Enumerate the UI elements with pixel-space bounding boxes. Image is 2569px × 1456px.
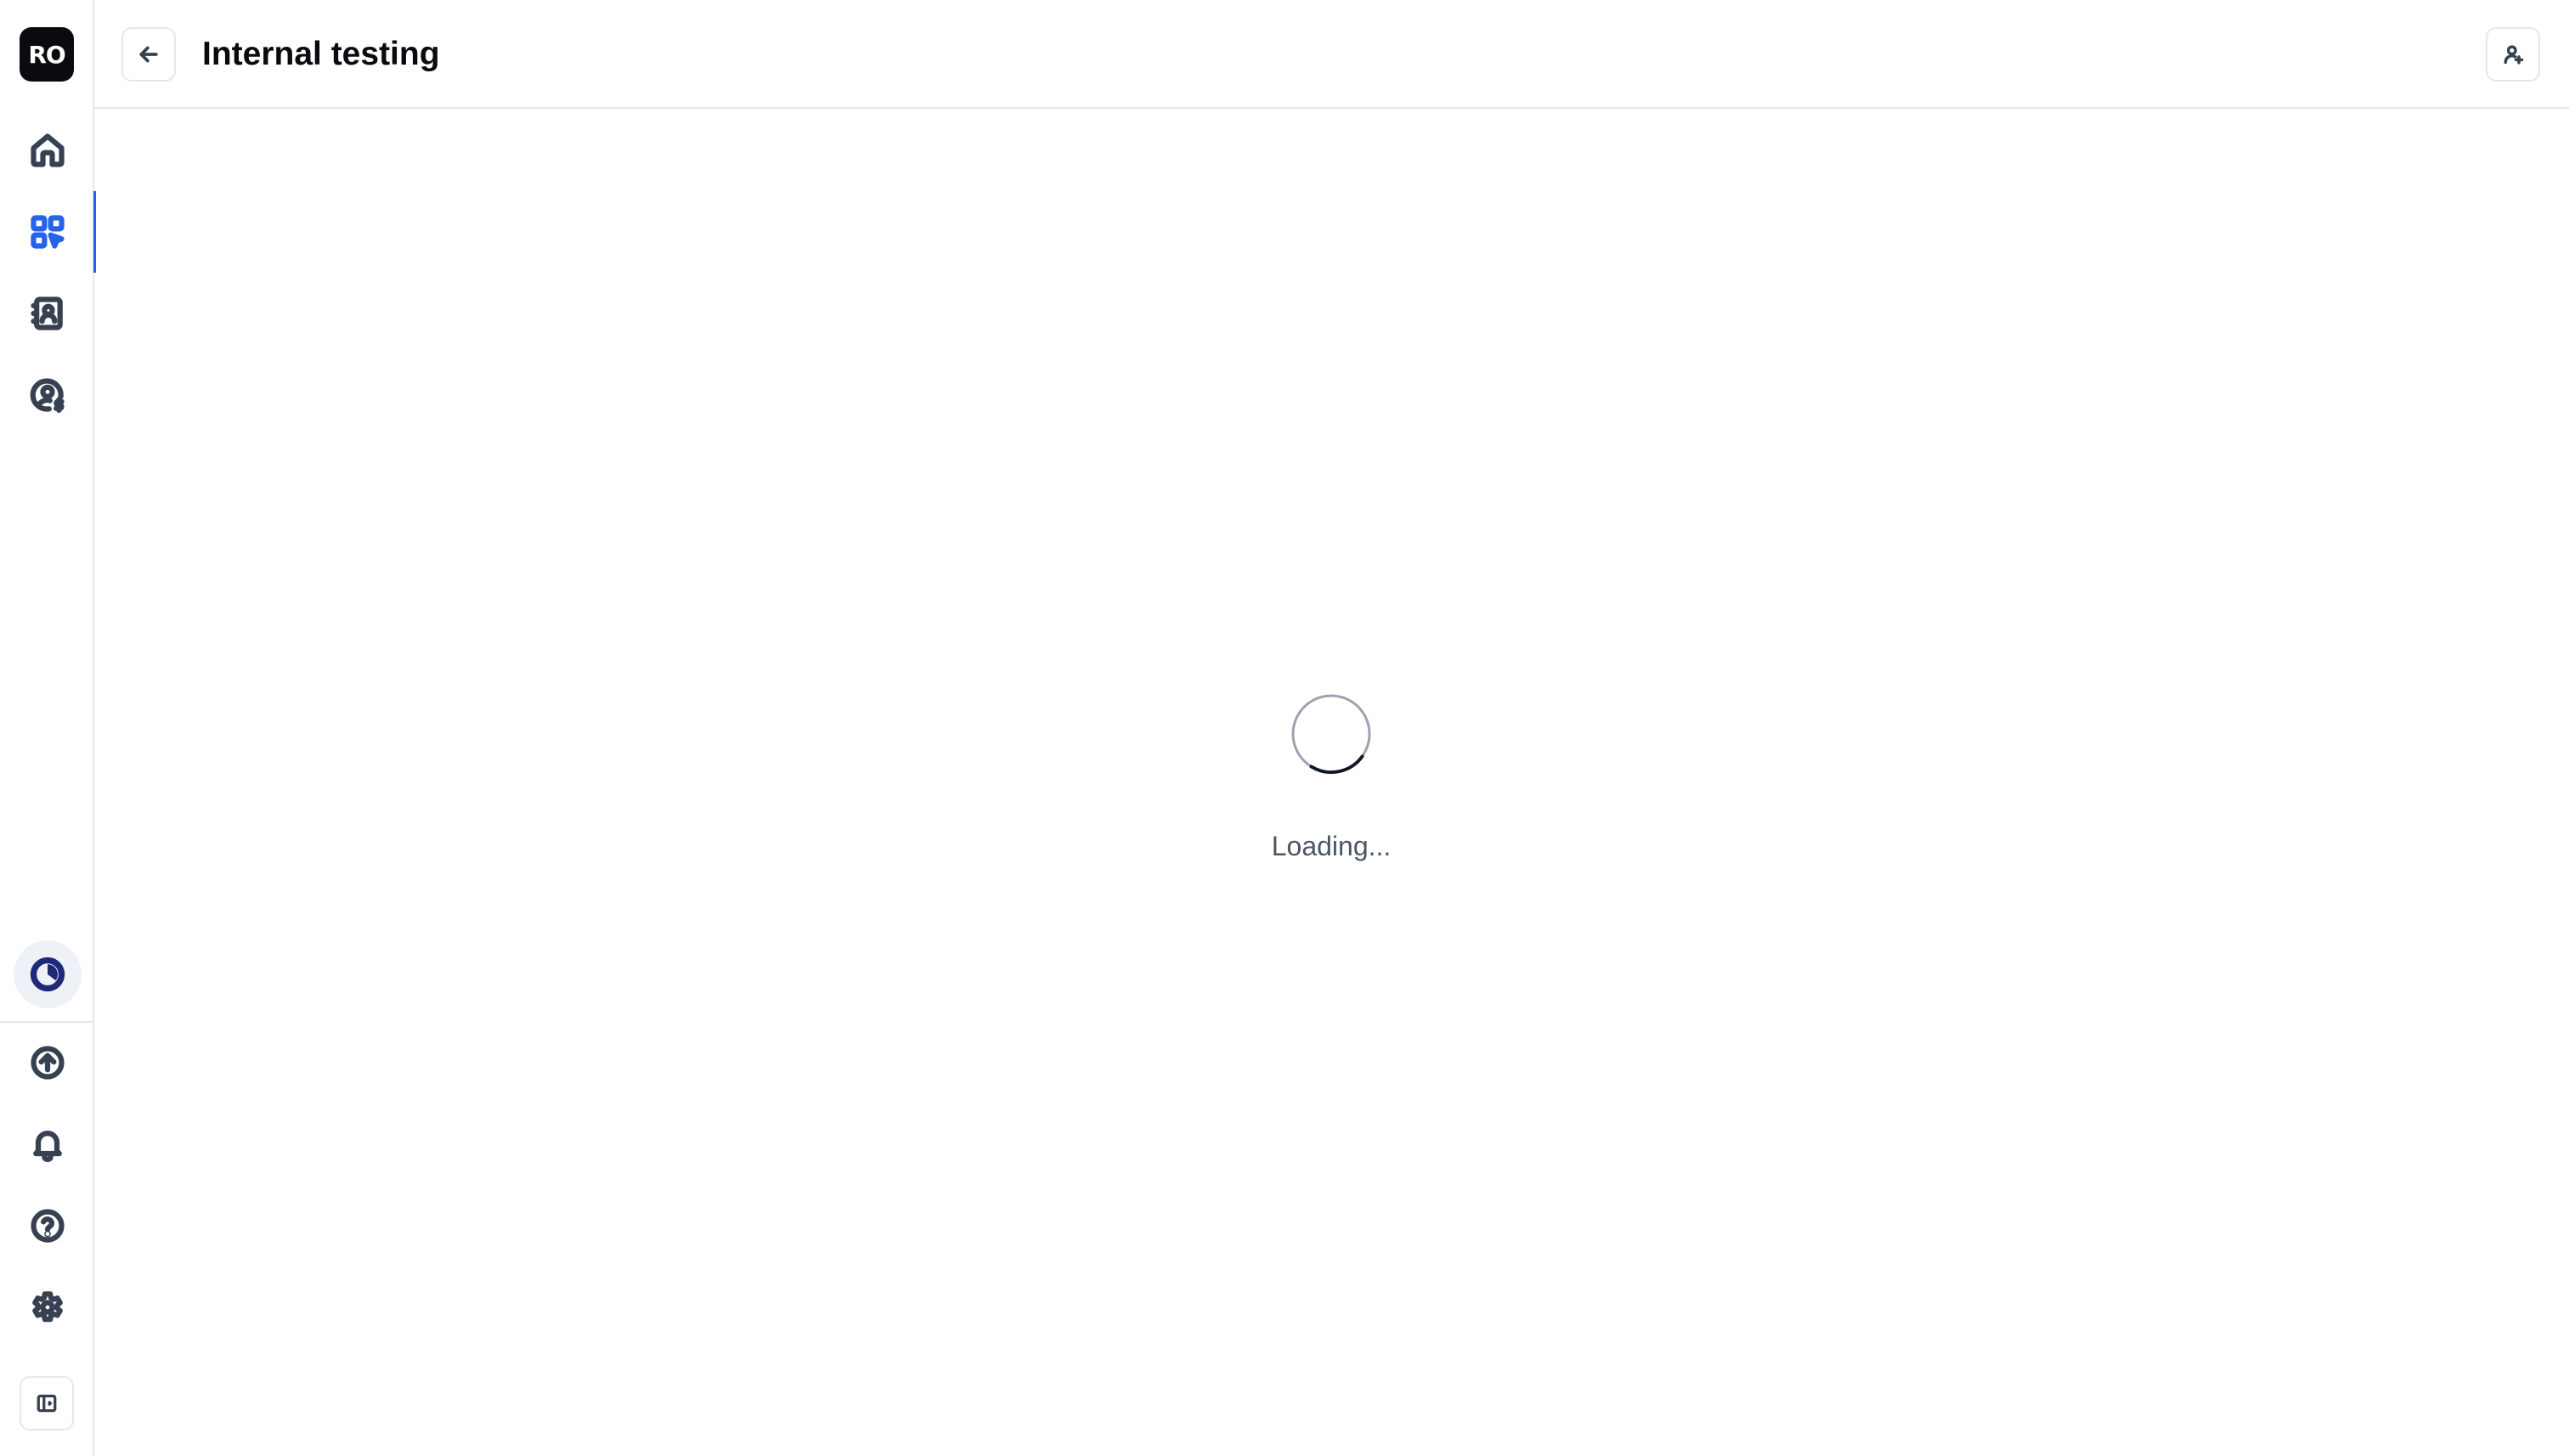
sidebar-collapse-icon — [37, 1394, 57, 1413]
contact-book-icon — [30, 296, 63, 330]
help-circle-icon — [30, 1209, 65, 1243]
sidebar-collapse-button[interactable] — [20, 1376, 74, 1431]
usage-indicator[interactable] — [14, 940, 82, 1008]
user-add-button[interactable] — [2486, 27, 2540, 82]
user-add-icon — [2504, 45, 2524, 65]
sidebar-item-billing[interactable] — [0, 354, 94, 436]
arrow-left-icon — [139, 46, 158, 63]
page-title: Internal testing — [202, 36, 440, 72]
loading-spinner — [1290, 693, 1372, 775]
workspace-logo-text: RO — [28, 40, 65, 69]
sidebar-item-settings[interactable] — [0, 1267, 94, 1348]
arrow-up-circle-icon — [30, 1046, 65, 1080]
page-header: Internal testing — [94, 0, 2569, 109]
user-dollar-icon — [30, 378, 65, 414]
loading-text: Loading... — [1271, 831, 1392, 861]
apps-grid-icon — [30, 215, 65, 249]
sidebar-item-contacts[interactable] — [0, 273, 94, 354]
home-icon — [30, 133, 65, 167]
workspace-logo[interactable]: RO — [20, 27, 74, 82]
bell-icon — [32, 1131, 62, 1162]
main-content: Loading... — [94, 109, 2569, 1456]
app-root: RO Internal testing Loading... — [0, 0, 2569, 1456]
spinner-icon — [1291, 694, 1371, 775]
back-button[interactable] — [121, 27, 176, 82]
sidebar: RO — [0, 0, 96, 1456]
sidebar-item-upgrade[interactable] — [0, 1022, 94, 1103]
gear-icon — [31, 1291, 63, 1323]
sidebar-item-notifications[interactable] — [0, 1103, 94, 1185]
pie-clock-icon — [30, 957, 65, 992]
sidebar-item-apps[interactable] — [0, 191, 96, 273]
sidebar-item-home[interactable] — [0, 110, 94, 191]
sidebar-item-help[interactable] — [0, 1185, 94, 1267]
